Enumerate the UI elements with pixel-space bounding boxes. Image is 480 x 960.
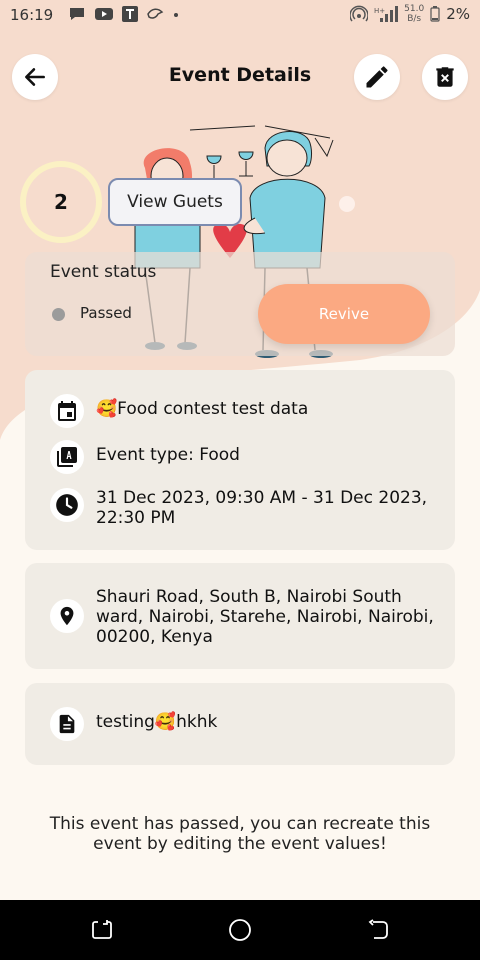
status-time: 16:19 <box>10 6 54 24</box>
event-datetime-row: 31 Dec 2023, 09:30 AM - 31 Dec 2023, 22:… <box>50 488 436 528</box>
event-type: Event type: Food <box>96 445 240 465</box>
event-passed-note: This event has passed, you can recreate … <box>49 814 431 854</box>
back-nav-icon[interactable] <box>366 918 390 942</box>
clock-icon <box>50 488 84 522</box>
delete-button[interactable] <box>422 54 468 100</box>
event-description-card: testing🥰hkhk <box>25 683 455 765</box>
event-name-row: 🥰Food contest test data <box>50 394 308 428</box>
event-type-row: Event type: Food <box>50 440 240 474</box>
edit-button[interactable] <box>354 54 400 100</box>
revive-button[interactable]: Revive <box>258 284 430 344</box>
event-status-value: Passed <box>80 304 132 322</box>
battery-level: 2% <box>446 5 470 23</box>
calendar-icon <box>50 394 84 428</box>
page-title: Event Details <box>168 64 312 86</box>
home-icon[interactable] <box>228 918 252 942</box>
pencil-icon <box>366 66 388 88</box>
event-location-card: Shauri Road, South B, Nairobi South ward… <box>25 563 455 669</box>
t-app-icon <box>122 6 138 22</box>
event-name: 🥰Food contest test data <box>96 399 309 419</box>
notification-icons <box>68 6 180 22</box>
network-speed-value: 51.0 <box>404 4 425 14</box>
network-speed-unit: B/s <box>407 14 422 24</box>
screen: 16:19 H+ 51.0 B/s 2% Event Details 2 Vie… <box>0 0 480 960</box>
message-icon <box>70 8 84 20</box>
location-row: Shauri Road, South B, Nairobi South ward… <box>50 587 436 647</box>
event-description: testing🥰hkhk <box>96 712 218 732</box>
network-speed: 51.0 B/s <box>404 4 424 24</box>
recent-apps-icon[interactable] <box>90 918 114 942</box>
event-datetime: 31 Dec 2023, 09:30 AM - 31 Dec 2023, 22:… <box>96 488 428 528</box>
system-navigation-bar <box>0 900 480 960</box>
label-icon <box>50 440 84 474</box>
guest-count-badge: 2 <box>20 161 102 243</box>
document-icon <box>50 707 84 741</box>
dot-icon <box>174 13 178 17</box>
system-icons: H+ 51.0 B/s 2% <box>350 4 470 24</box>
svg-text:H+: H+ <box>374 7 385 15</box>
view-guests-button[interactable]: View Guets <box>108 178 242 226</box>
battery-icon <box>430 6 440 22</box>
status-indicator-dot <box>52 308 65 321</box>
location-pin-icon <box>50 599 84 633</box>
description-row: testing🥰hkhk <box>50 707 217 741</box>
event-details-card: 🥰Food contest test data Event type: Food… <box>25 370 455 550</box>
event-address: Shauri Road, South B, Nairobi South ward… <box>96 587 434 647</box>
trash-icon <box>436 67 454 87</box>
bird-icon <box>147 8 164 19</box>
youtube-icon <box>95 8 113 20</box>
hotspot-icon <box>350 5 369 22</box>
event-status-title: Event status <box>50 262 157 282</box>
status-bar: 16:19 H+ 51.0 B/s 2% <box>0 0 480 32</box>
guest-count: 2 <box>54 190 68 214</box>
signal-icon: H+ <box>374 6 399 22</box>
